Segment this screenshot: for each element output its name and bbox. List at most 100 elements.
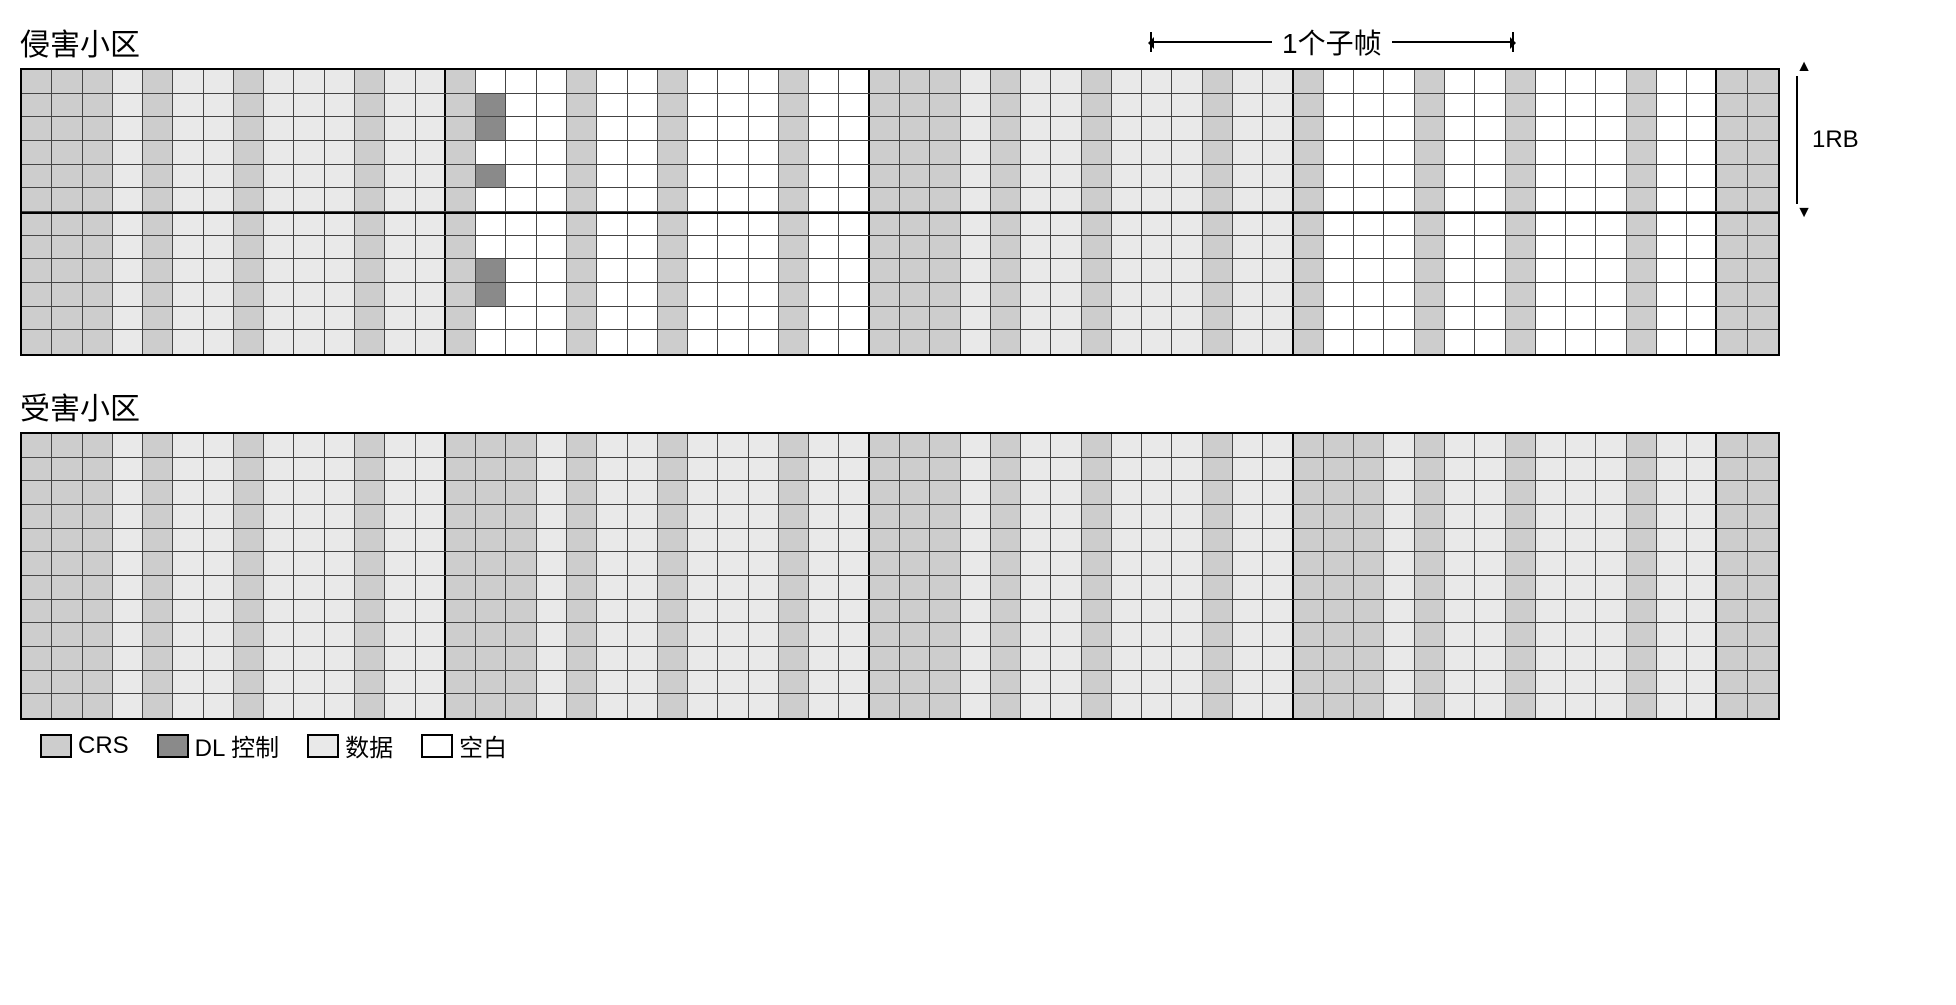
grid-cell (1021, 165, 1051, 188)
grid-cell (779, 236, 809, 259)
grid-cell (476, 505, 506, 528)
grid-cell (1294, 212, 1324, 235)
grid-cell (1657, 307, 1687, 330)
grid-cell (1021, 505, 1051, 528)
grid-cell (779, 671, 809, 694)
grid-cell (1657, 552, 1687, 575)
grid-cell (1112, 600, 1142, 623)
grid-cell (325, 529, 355, 552)
swatch-crs (40, 734, 72, 758)
grid-cell (1717, 647, 1747, 670)
grid-cell (1112, 141, 1142, 164)
grid-cell (1415, 458, 1445, 481)
grid-cell (325, 671, 355, 694)
grid-cell (1566, 481, 1596, 504)
grid-cell (597, 434, 627, 457)
grid-cell (143, 188, 173, 211)
grid-cell (688, 188, 718, 211)
grid-cell (234, 70, 264, 93)
grid-cell (809, 434, 839, 457)
grid-cell (1233, 141, 1263, 164)
grid-cell (1051, 671, 1081, 694)
grid-cell (628, 283, 658, 306)
grid-cell (658, 236, 688, 259)
grid-cell (1384, 236, 1414, 259)
grid-cell (809, 259, 839, 282)
grid-cell (52, 671, 82, 694)
grid-cell (961, 694, 991, 718)
grid-cell (1415, 259, 1445, 282)
grid-cell (870, 600, 900, 623)
grid-cell (628, 529, 658, 552)
grid-cell (1263, 434, 1293, 457)
grid-cell (1384, 694, 1414, 718)
grid-cell (355, 165, 385, 188)
grid-cell (1717, 623, 1747, 646)
grid-cell (961, 165, 991, 188)
grid-cell (1475, 70, 1505, 93)
grid-cell (355, 94, 385, 117)
grid-cell (1657, 94, 1687, 117)
grid-cell (385, 671, 415, 694)
grid-cell (1748, 212, 1778, 235)
grid-cell (1717, 283, 1747, 306)
grid-cell (385, 458, 415, 481)
grid-cell (1263, 552, 1293, 575)
grid-cell (779, 694, 809, 718)
grid-cell (991, 283, 1021, 306)
grid-cell (294, 434, 324, 457)
grid-cell (1021, 117, 1051, 140)
grid-cell (234, 283, 264, 306)
grid-cell (264, 259, 294, 282)
grid-cell (385, 212, 415, 235)
grid-cell (385, 307, 415, 330)
grid-cell (22, 600, 52, 623)
grid-cell (22, 505, 52, 528)
grid-cell (870, 552, 900, 575)
grid-cell (446, 552, 476, 575)
grid-cell (1203, 117, 1233, 140)
grid-cell (1354, 70, 1384, 93)
grid-cell (537, 505, 567, 528)
grid-cell (1324, 529, 1354, 552)
grid-cell (1051, 188, 1081, 211)
grid-cell (506, 529, 536, 552)
grid-cell (476, 458, 506, 481)
grid-cell (1657, 481, 1687, 504)
grid-cell (113, 259, 143, 282)
grid-cell (1506, 600, 1536, 623)
grid-cell (1263, 70, 1293, 93)
grid-cell (1233, 671, 1263, 694)
grid-cell (325, 481, 355, 504)
grid-cell (416, 236, 446, 259)
grid-cell (83, 307, 113, 330)
grid-cell (718, 188, 748, 211)
grid-cell (900, 647, 930, 670)
grid-cell (143, 141, 173, 164)
grid-cell (355, 330, 385, 354)
grid-cell (22, 259, 52, 282)
grid-cell (1172, 505, 1202, 528)
grid-cell (1627, 259, 1657, 282)
grid-cell (1021, 552, 1051, 575)
grid-cell (294, 481, 324, 504)
grid-cell (1384, 600, 1414, 623)
grid-cell (264, 576, 294, 599)
grid-cell (930, 505, 960, 528)
grid-cell (1566, 552, 1596, 575)
grid-cell (476, 434, 506, 457)
grid-cell (809, 671, 839, 694)
grid-cell (900, 694, 930, 718)
grid-cell (567, 212, 597, 235)
grid-cell (1445, 434, 1475, 457)
grid-cell (1566, 165, 1596, 188)
swatch-data (307, 734, 339, 758)
grid-cell (1717, 576, 1747, 599)
grid-cell (385, 647, 415, 670)
grid-cell (1687, 505, 1717, 528)
grid-cell (688, 576, 718, 599)
grid-cell (1748, 283, 1778, 306)
grid-cell (1233, 434, 1263, 457)
grid-cell (113, 434, 143, 457)
grid-cell (1566, 307, 1596, 330)
